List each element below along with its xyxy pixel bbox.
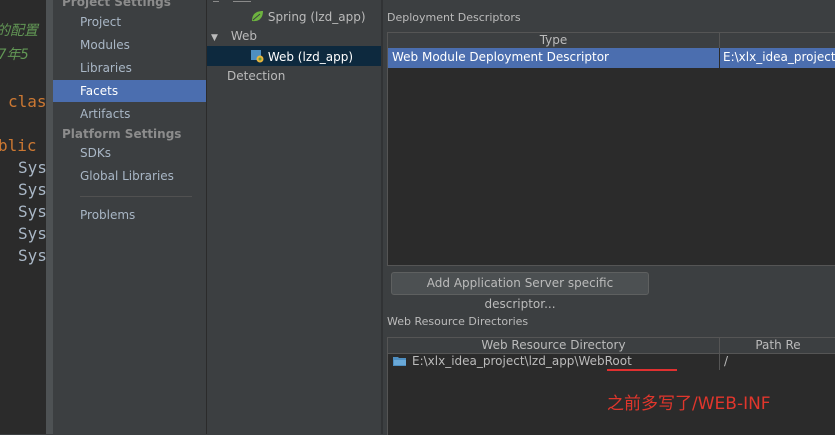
tree-item-spring-label: Spring (lzd_app) — [267, 10, 366, 24]
table-row[interactable]: E:\xlx_idea_project\lzd_app\WebRoot / — [388, 354, 835, 370]
annotation-note: 之前多写了/WEB-INF — [607, 394, 771, 414]
code-editor-fragment[interactable]: 的配置 7年5 clas blic Sys Sys Sys Sys Sys — [0, 0, 46, 434]
tree-clipped-item — [213, 0, 253, 2]
cell-separator — [719, 48, 720, 68]
spring-leaf-icon — [250, 9, 264, 26]
sidebar-item-artifacts[interactable]: Artifacts — [80, 107, 130, 121]
tree-item-web-label: Web (lzd_app) — [267, 50, 354, 64]
platform-settings-header: Platform Settings — [62, 127, 182, 141]
web-module-icon — [250, 49, 264, 66]
code-system-line-2: Sys — [18, 180, 46, 199]
code-keyword-class: clas — [8, 92, 46, 111]
add-app-server-descriptor-button[interactable]: Add Application Server specific descript… — [391, 272, 649, 311]
annotation-underline — [607, 369, 677, 371]
descriptor-path-cell: E:\xlx_idea_project\lz — [723, 50, 835, 64]
descriptor-type-cell: Web Module Deployment Descriptor — [392, 50, 609, 64]
folder-icon — [393, 355, 407, 370]
editor-dialog-separator — [46, 0, 53, 434]
sidebar-item-global-libraries[interactable]: Global Libraries — [80, 169, 174, 183]
web-resource-directories-table[interactable]: Web Resource Directory Path Re E:\xlx_id… — [387, 337, 835, 435]
path-relative-cell: / — [724, 354, 729, 368]
column-header-type[interactable]: Type — [388, 33, 720, 49]
table-row[interactable]: Web Module Deployment Descriptor E:\xlx_… — [388, 48, 835, 68]
code-system-line-1: Sys — [18, 158, 46, 177]
code-system-line-5: Sys — [18, 246, 46, 265]
tree-group-web[interactable]: ▼ Web — [211, 29, 257, 43]
deployment-descriptors-title: Deployment Descriptors — [387, 11, 521, 24]
settings-sidebar-items: Project Settings Project Modules Librari… — [53, 0, 206, 434]
column-header-path-relative[interactable]: Path Re — [720, 338, 835, 354]
code-keyword-public: blic — [0, 136, 37, 155]
web-resource-dir-cell: E:\xlx_idea_project\lzd_app\WebRoot — [412, 354, 632, 368]
clipped-tree-row-icon — [213, 1, 251, 2]
sidebar-item-problems[interactable]: Problems — [80, 208, 135, 222]
code-comment-line-1: 的配置 — [0, 23, 38, 39]
tree-item-web[interactable]: Web (lzd_app) — [250, 49, 353, 66]
sidebar-divider — [80, 196, 192, 197]
column-header-web-resource-directory[interactable]: Web Resource Directory — [388, 338, 720, 354]
code-system-line-3: Sys — [18, 202, 46, 221]
tree-item-spring[interactable]: Spring (lzd_app) — [250, 9, 366, 26]
sidebar-item-project[interactable]: Project — [80, 15, 121, 29]
project-settings-header: Project Settings — [62, 0, 171, 9]
tree-item-detection[interactable]: Detection — [227, 69, 285, 83]
cell-separator — [719, 354, 720, 370]
chevron-down-icon[interactable]: ▼ — [211, 33, 223, 43]
tree-group-web-label: Web — [230, 29, 257, 43]
sidebar-item-modules[interactable]: Modules — [80, 38, 130, 52]
web-resource-directories-title: Web Resource Directories — [387, 315, 529, 328]
code-comment-line-2: 7年5 — [0, 47, 29, 63]
sidebar-item-facets[interactable]: Facets — [80, 84, 118, 98]
column-header-path[interactable] — [720, 33, 835, 49]
sidebar-item-libraries[interactable]: Libraries — [80, 61, 132, 75]
tree-border — [381, 0, 383, 434]
code-system-line-4: Sys — [18, 224, 46, 243]
sidebar-item-sdks[interactable]: SDKs — [80, 146, 111, 160]
